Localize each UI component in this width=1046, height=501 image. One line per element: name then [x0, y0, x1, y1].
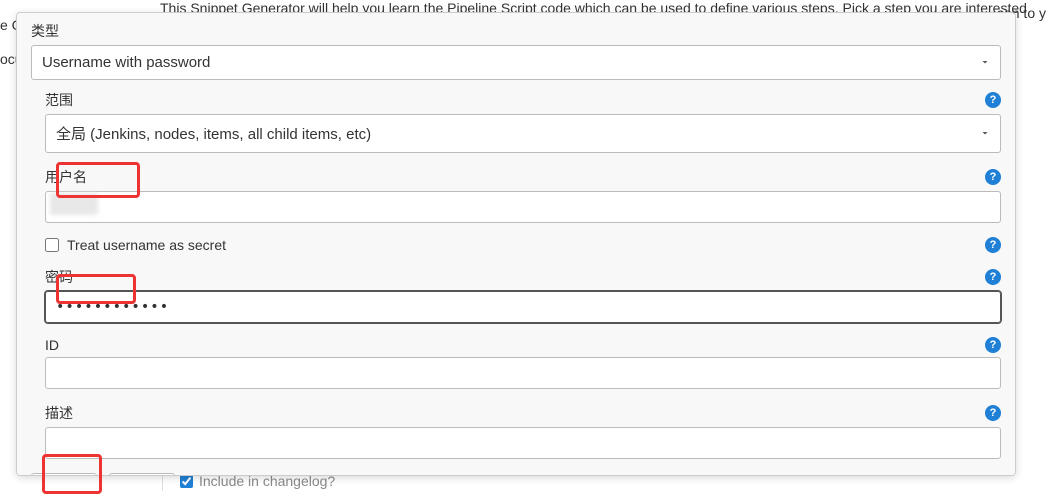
treat-username-secret-label: Treat username as secret: [67, 237, 226, 253]
kind-label: 类型: [31, 21, 1001, 41]
description-label: 描述: [45, 403, 73, 423]
id-input[interactable]: [45, 357, 1001, 389]
treat-username-secret-checkbox[interactable]: [45, 238, 59, 252]
kind-select[interactable]: Username with password: [31, 45, 1001, 80]
scope-select[interactable]: 全局 (Jenkins, nodes, items, all child ite…: [45, 114, 1001, 153]
username-label: 用户名: [45, 167, 87, 187]
help-icon[interactable]: ?: [985, 237, 1001, 253]
help-icon[interactable]: ?: [985, 92, 1001, 108]
bg-changelog-checkbox[interactable]: [180, 475, 193, 488]
add-button[interactable]: 添加: [31, 473, 97, 476]
help-icon[interactable]: ?: [985, 405, 1001, 421]
description-input[interactable]: [45, 427, 1001, 459]
redacted-blur: [50, 193, 98, 215]
cancel-button[interactable]: 取消: [109, 473, 175, 476]
add-credentials-dialog: 类型 Username with password 范围 ? 全局 (Jenki…: [16, 12, 1016, 476]
help-icon[interactable]: ?: [985, 269, 1001, 285]
id-label: ID: [45, 337, 59, 353]
help-icon[interactable]: ?: [985, 337, 1001, 353]
username-input[interactable]: [45, 191, 1001, 223]
help-icon[interactable]: ?: [985, 169, 1001, 185]
scope-label: 范围: [45, 90, 73, 110]
password-label: 密码: [45, 267, 73, 287]
password-input[interactable]: [45, 291, 1001, 323]
